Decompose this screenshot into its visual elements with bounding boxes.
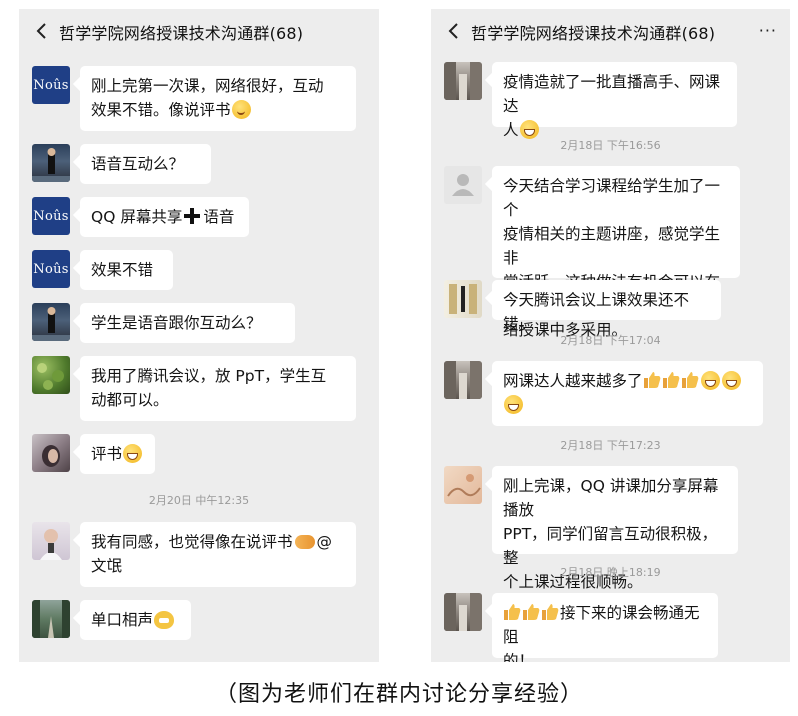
message-bubble[interactable]: 今天腾讯会议上课效果还不错。 [492, 280, 721, 333]
message-text: 网课达人越来越多了 [503, 372, 643, 390]
message-text: 动都可以。 [91, 391, 169, 409]
street-photo-icon [444, 361, 482, 399]
chat-header: 哲学学院网络授课技术沟通群(68) ··· [431, 9, 790, 53]
message-text: QQ 屏幕共享 [91, 208, 183, 226]
message-text: 疫情相关的主题讲座，感觉学生非 [503, 225, 721, 267]
street-photo-icon [444, 62, 482, 100]
message-text: 刚上完第一次课，网络很好，互动 [91, 77, 324, 95]
back-chevron-icon[interactable] [444, 21, 464, 41]
timestamp: 2月18日 晚上18:19 [560, 566, 661, 579]
avatar[interactable] [444, 166, 482, 204]
message-bubble[interactable]: 网课达人越来越多了 [492, 361, 763, 426]
avatar[interactable]: Noûs [32, 66, 70, 104]
grin-emoji-icon [721, 371, 741, 390]
thumbs-up-icon [542, 604, 559, 620]
calligraphy-photo-icon [449, 284, 477, 314]
message-text: 效果不错。像说评书 [91, 101, 231, 119]
message-text: 评书 [91, 445, 123, 463]
shy-emoji-icon [231, 100, 251, 119]
message-text: 语音互动么？ [91, 155, 185, 173]
message-text: 今天结合学习课程给学生加了一个 [503, 177, 721, 219]
back-chevron-icon[interactable] [32, 21, 52, 41]
thumbs-up-icon [504, 604, 521, 620]
timestamp: 2月20日 中午12:35 [148, 494, 250, 507]
message-bubble[interactable]: 接下来的课会畅通无阻 的！ [492, 593, 718, 662]
avatar[interactable] [444, 466, 482, 504]
message-bubble[interactable]: 效果不错 [80, 250, 173, 290]
thumbs-up-icon [681, 372, 698, 388]
plus-icon [184, 208, 201, 224]
timestamp: 2月18日 下午17:23 [560, 439, 661, 452]
path-photo-icon [32, 600, 70, 638]
avatar[interactable] [32, 434, 70, 472]
chat-title: 哲学学院网络授课技术沟通群(68) [471, 24, 716, 43]
handshake-icon [294, 535, 315, 549]
more-dots-icon[interactable]: ··· [759, 21, 777, 40]
message-bubble[interactable]: 我有同感，也觉得像在说评书 @ 文氓 [80, 522, 356, 587]
avatar[interactable] [444, 361, 482, 399]
message-text: 学生是语音跟你互动么？ [91, 314, 262, 332]
grin-emoji-icon [504, 395, 523, 414]
message-text: 效果不错 [91, 261, 154, 279]
message-text: 单口相声 [91, 611, 154, 629]
message-text: 我有同感，也觉得像在说评书 [91, 533, 293, 551]
chat-panel-left: 哲学学院网络授课技术沟通群(68) Noûs 刚上完第一次课，网络很好，互动 效… [19, 9, 379, 662]
painting-photo-icon [447, 474, 481, 497]
grin-emoji-icon [123, 444, 143, 463]
chat-panel-right: 哲学学院网络授课技术沟通群(68) ··· 疫情造就了一批直播高手、网课达 人 … [431, 9, 790, 662]
avatar[interactable] [444, 593, 482, 631]
message-text: 刚上完课，QQ 讲课加分享屏幕播放 [503, 477, 719, 519]
message-text: PPT，同学们留言互动很积极，整 [503, 525, 718, 567]
avatar[interactable]: Noûs [32, 197, 70, 235]
cat-emoji-icon [154, 611, 175, 629]
avatar[interactable] [444, 62, 482, 100]
message-text: 疫情造就了一批直播高手、网课达 [503, 73, 721, 115]
message-bubble[interactable]: 疫情造就了一批直播高手、网课达 人 [492, 62, 737, 139]
message-text: 语音 [203, 208, 235, 226]
message-bubble[interactable]: 我用了腾讯会议，放 PpT，学生互 动都可以。 [80, 356, 356, 421]
message-bubble[interactable]: 学生是语音跟你互动么？ [80, 303, 295, 343]
default-user-avatar-icon [452, 174, 474, 196]
avatar-logo-text: Noûs [33, 208, 69, 224]
message-bubble[interactable]: 今天结合学习课程给学生加了一个 疫情相关的主题讲座，感觉学生非 常活跃，这种做法… [492, 166, 740, 339]
message-bubble[interactable]: 单口相声 [80, 600, 191, 640]
avatar-logo-text: Noûs [33, 261, 69, 277]
person-photo-icon [32, 307, 70, 341]
thumbs-up-icon [643, 372, 660, 388]
avatar[interactable] [32, 522, 70, 560]
thumbs-up-icon [662, 372, 679, 388]
message-text: 的！ [503, 652, 535, 662]
person-photo-icon [40, 529, 62, 560]
mention-symbol: @ [316, 533, 333, 551]
avatar[interactable] [32, 356, 70, 394]
leaves-photo-icon [37, 363, 64, 390]
message-bubble[interactable]: 评书 [80, 434, 155, 474]
message-bubble[interactable]: 刚上完课，QQ 讲课加分享屏幕播放 PPT，同学们留言互动很积极，整 个上课过程… [492, 466, 738, 591]
person-photo-icon [32, 148, 70, 182]
chat-title: 哲学学院网络授课技术沟通群(68) [59, 24, 304, 43]
avatar[interactable] [32, 600, 70, 638]
message-text: 文氓 [91, 557, 123, 575]
timestamp: 2月18日 下午17:04 [560, 334, 661, 347]
thumbs-up-icon [523, 604, 540, 620]
grin-emoji-icon [700, 371, 720, 390]
message-bubble[interactable]: QQ 屏幕共享 语音 [80, 197, 249, 237]
street-photo-icon [444, 593, 482, 631]
avatar[interactable] [444, 280, 482, 318]
message-bubble[interactable]: 语音互动么？ [80, 144, 211, 184]
avatar[interactable] [32, 144, 70, 182]
avatar-logo-text: Noûs [33, 77, 69, 93]
message-text: 我用了腾讯会议，放 PpT，学生互 [91, 367, 327, 385]
person-photo-icon [42, 445, 60, 467]
avatar[interactable]: Noûs [32, 250, 70, 288]
message-bubble[interactable]: 刚上完第一次课，网络很好，互动 效果不错。像说评书 [80, 66, 356, 131]
figure-caption: （图为老师们在群内讨论分享经验） [214, 682, 583, 707]
timestamp: 2月18日 下午16:56 [560, 139, 661, 152]
avatar[interactable] [32, 303, 70, 341]
chat-header: 哲学学院网络授课技术沟通群(68) [19, 9, 379, 53]
